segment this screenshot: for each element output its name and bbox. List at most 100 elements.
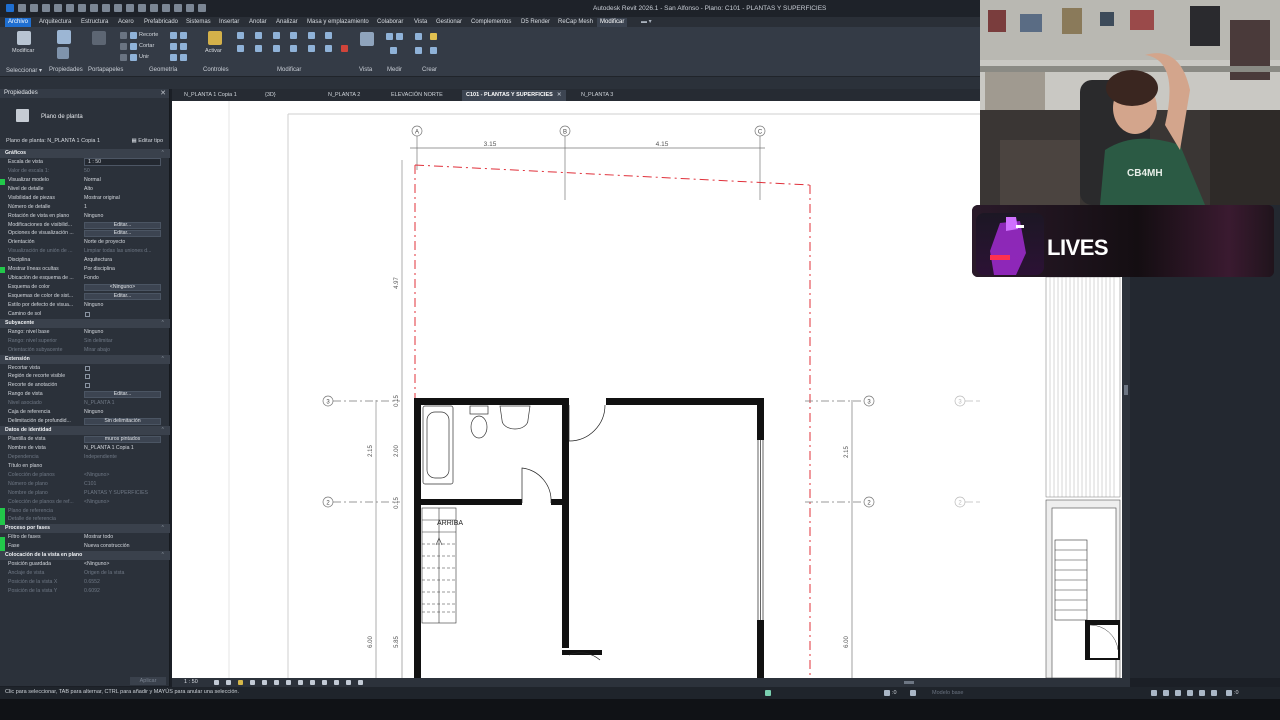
measure-icon[interactable] <box>90 4 98 12</box>
tab-close-icon[interactable]: ✕ <box>557 92 562 98</box>
menu-gestionar[interactable]: Gestionar <box>433 18 465 27</box>
property-value[interactable]: Norte de proyecto <box>84 238 162 247</box>
collapse-icon[interactable]: ⌃ <box>161 149 165 158</box>
property-value[interactable]: Mostrar todo <box>84 533 162 542</box>
property-value[interactable]: Normal <box>84 176 162 185</box>
menu-archivo[interactable]: Archivo <box>5 18 32 27</box>
vertical-scrollbar[interactable] <box>1122 277 1130 678</box>
reveal-hidden-icon[interactable] <box>310 680 315 685</box>
menu-d5-render[interactable]: D5 Render <box>518 18 553 27</box>
crop-view-icon[interactable] <box>262 680 267 685</box>
print-icon[interactable] <box>78 4 86 12</box>
property-button[interactable]: <Ninguno> <box>84 284 161 292</box>
menu-estructura[interactable]: Estructura <box>78 18 111 27</box>
menu-anotar[interactable]: Anotar <box>246 18 270 27</box>
property-section[interactable]: Proceso por fases ⌃ <box>0 524 170 534</box>
property-checkbox[interactable] <box>85 374 90 380</box>
property-value[interactable]: Mostrar original <box>84 194 162 203</box>
highlight-displacement-icon[interactable] <box>346 680 351 685</box>
type-selector[interactable]: Plano de planta <box>41 114 83 120</box>
mirror-draw-icon[interactable] <box>290 32 297 39</box>
panel-toggle-icon[interactable]: ▬ ▾ <box>638 18 655 27</box>
collapse-icon[interactable]: ⌃ <box>161 524 165 533</box>
split-icon[interactable] <box>308 32 315 39</box>
show-crop-icon[interactable] <box>274 680 279 685</box>
select-links-icon[interactable] <box>1151 690 1157 696</box>
join-icon[interactable] <box>130 54 137 61</box>
property-value[interactable]: Fondo <box>84 274 162 283</box>
property-value[interactable]: 1 <box>84 203 162 212</box>
view-scale[interactable]: 1 : 50 <box>184 679 198 685</box>
modify-cursor-icon[interactable] <box>17 31 31 45</box>
property-checkbox[interactable] <box>85 365 90 371</box>
property-input[interactable]: 1 : 50 <box>84 157 161 166</box>
menu-complementos[interactable]: Complementos <box>468 18 514 27</box>
group-seleccionar[interactable]: Seleccionar ▾ <box>6 67 42 74</box>
property-value[interactable]: Ninguno <box>84 212 162 221</box>
open-icon[interactable] <box>18 4 26 12</box>
active-design-option-icon[interactable] <box>910 690 916 696</box>
match-props-icon[interactable] <box>120 54 127 61</box>
property-value[interactable]: Ninguno <box>84 301 162 310</box>
array-icon[interactable] <box>308 45 315 52</box>
floor-plan-drawing[interactable]: A B C 3.15 4.15 4.97 0.15 2.15 2.00 0.15… <box>172 101 980 678</box>
property-button[interactable]: Editar... <box>84 230 161 238</box>
menu-modificar[interactable]: Modificar <box>597 18 628 27</box>
revit-logo-icon[interactable] <box>6 4 14 12</box>
activate-label[interactable]: Activar <box>205 48 222 54</box>
cope-label[interactable]: Recorte <box>139 32 158 38</box>
close-hidden-icon[interactable] <box>174 4 182 12</box>
property-section[interactable]: Datos de identidad ⌃ <box>0 426 170 435</box>
property-checkbox[interactable] <box>85 383 90 389</box>
property-button[interactable]: Editar... <box>84 391 161 399</box>
paste-icon[interactable] <box>92 31 106 45</box>
property-section[interactable]: Gráficos ⌃ <box>0 149 170 158</box>
section-icon[interactable] <box>150 4 158 12</box>
select-pinned-icon[interactable] <box>1175 690 1181 696</box>
select-by-face-icon[interactable] <box>1187 690 1193 696</box>
cope-icon[interactable] <box>130 32 137 39</box>
copy-icon[interactable] <box>255 45 262 52</box>
tag-icon[interactable] <box>114 4 122 12</box>
tab-3d[interactable]: {3D} <box>261 90 276 101</box>
properties-icon[interactable] <box>57 30 71 44</box>
constraints-icon[interactable] <box>358 680 363 685</box>
worksets-icon[interactable] <box>765 690 771 696</box>
close-icon[interactable]: ✕ <box>160 89 166 97</box>
customize-qat-icon[interactable] <box>198 4 206 12</box>
property-value[interactable]: Ninguno <box>84 328 162 337</box>
property-value[interactable]: Nueva construcción <box>84 542 162 551</box>
paint-icon[interactable] <box>180 43 187 50</box>
sun-path-icon[interactable] <box>238 680 243 685</box>
menu-masa[interactable]: Masa y emplazamiento <box>304 18 372 27</box>
cut-clip-icon[interactable] <box>120 32 127 39</box>
undo-icon[interactable] <box>54 4 62 12</box>
switch-windows-icon[interactable] <box>186 4 194 12</box>
property-value[interactable]: Por disciplina <box>84 265 162 274</box>
vertical-scroll-thumb[interactable] <box>1124 385 1128 395</box>
visual-style-icon[interactable] <box>226 680 231 685</box>
property-section[interactable]: Subyacente ⌃ <box>0 318 170 328</box>
menu-sistemas[interactable]: Sistemas <box>183 18 214 27</box>
split-face-icon[interactable] <box>170 43 177 50</box>
menu-recap-mesh[interactable]: ReCap Mesh <box>555 18 596 27</box>
split-gap-icon[interactable] <box>325 32 332 39</box>
worksharing-display-icon[interactable] <box>322 680 327 685</box>
redo-icon[interactable] <box>66 4 74 12</box>
edit-type-button[interactable]: ▦ Editar tipo <box>132 138 164 144</box>
collapse-icon[interactable]: ⌃ <box>161 426 165 435</box>
wall-joins-icon[interactable] <box>170 32 177 39</box>
drawing-canvas[interactable]: A B C 3.15 4.15 4.97 0.15 2.15 2.00 0.15… <box>172 101 980 678</box>
cut-label[interactable]: Cortar <box>139 43 154 49</box>
property-button[interactable]: Editar... <box>84 221 161 229</box>
rotate-icon[interactable] <box>273 45 280 52</box>
remove-paint-icon[interactable] <box>180 54 187 61</box>
cut-geometry-icon[interactable] <box>130 43 137 50</box>
text-icon[interactable] <box>126 4 134 12</box>
tab-c101[interactable]: C101 - PLANTAS Y SUPERFICIES ✕ <box>462 90 566 101</box>
drag-elements-icon[interactable] <box>1199 690 1205 696</box>
property-checkbox[interactable] <box>85 311 90 317</box>
menu-colaborar[interactable]: Colaborar <box>374 18 406 27</box>
apply-button[interactable]: Aplicar <box>130 677 166 685</box>
background-processes-icon[interactable] <box>1211 690 1217 696</box>
